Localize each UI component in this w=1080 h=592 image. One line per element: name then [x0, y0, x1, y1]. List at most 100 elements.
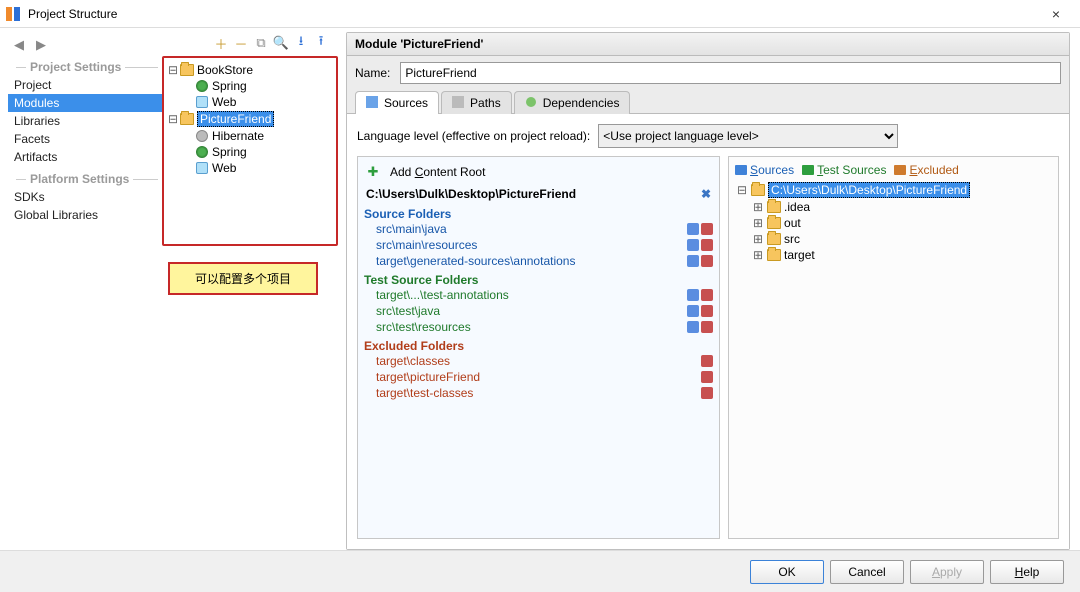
folder-path[interactable]: target\generated-sources\annotations [362, 253, 715, 269]
folder-icon [767, 233, 781, 245]
main-content: ◀ ▶ Project Settings ProjectModulesLibrar… [0, 28, 1080, 550]
dir-tree-root[interactable]: ⊟C:\Users\Dulk\Desktop\PictureFriend [735, 181, 1054, 199]
tree-toggle-icon[interactable]: ⊞ [751, 248, 765, 262]
titlebar: Project Structure × [0, 0, 1080, 28]
remove-icon[interactable] [701, 355, 713, 367]
settings-column: ◀ ▶ Project Settings ProjectModulesLibrar… [0, 28, 162, 550]
tree-toggle-icon[interactable]: ⊟ [166, 63, 180, 77]
new-module-icon[interactable]: ＋ [212, 34, 230, 52]
properties-icon[interactable] [687, 239, 699, 251]
remove-icon[interactable] [701, 305, 713, 317]
dir-tree-item[interactable]: ⊞.idea [751, 199, 1054, 215]
tree-toggle-icon[interactable]: ⊟ [166, 112, 180, 126]
web-icon [196, 162, 208, 174]
remove-icon[interactable] [701, 321, 713, 333]
settings-item-modules[interactable]: Modules [8, 94, 162, 112]
folder-path[interactable]: src\test\java [362, 303, 715, 319]
remove-icon[interactable] [701, 223, 713, 235]
mark-sources[interactable]: Sources [735, 163, 794, 177]
folder-icon [767, 217, 781, 229]
remove-module-icon[interactable]: － [232, 34, 250, 52]
folder-path[interactable]: src\main\java [362, 221, 715, 237]
back-icon[interactable]: ◀ [10, 36, 28, 54]
add-content-root-icon: ✚ [364, 163, 382, 181]
remove-icon[interactable] [701, 289, 713, 301]
folder-path[interactable]: target\classes [362, 353, 715, 369]
modules-tree[interactable]: ⊟BookStoreSpringWeb⊟PictureFriendHiberna… [166, 62, 334, 176]
content-roots-panel: ✚ Add Content Root C:\Users\Dulk\Desktop… [357, 156, 720, 539]
find-icon[interactable]: 🔍 [272, 34, 290, 52]
cancel-button[interactable]: Cancel [830, 560, 904, 584]
folder-path[interactable]: src\test\resources [362, 319, 715, 335]
modules-tree-highlight: ⊟BookStoreSpringWeb⊟PictureFriendHiberna… [162, 56, 338, 246]
settings-item-facets[interactable]: Facets [8, 130, 162, 148]
mark-excluded[interactable]: Excluded [894, 163, 958, 177]
tree-toggle-icon[interactable]: ⊟ [735, 183, 749, 197]
tree-toggle-icon[interactable]: ⊞ [751, 232, 765, 246]
excluded-folders-title: Excluded Folders [362, 335, 715, 353]
tab-icon [366, 96, 380, 110]
settings-item-sdks[interactable]: SDKs [8, 188, 162, 206]
copy-icon[interactable]: ⧉ [252, 34, 270, 52]
spring-icon [196, 146, 208, 158]
folder-icon [767, 201, 781, 213]
remove-icon[interactable] [701, 255, 713, 267]
forward-icon[interactable]: ▶ [32, 36, 50, 54]
tree-toggle-icon[interactable]: ⊞ [751, 216, 765, 230]
module-facet[interactable]: Web [182, 94, 334, 110]
left-toolbar: ◀ ▶ [8, 36, 162, 54]
source-folders-title: Source Folders [362, 203, 715, 221]
content-root-path[interactable]: C:\Users\Dulk\Desktop\PictureFriend ✖ [362, 185, 715, 203]
properties-icon[interactable] [687, 305, 699, 317]
window-title: Project Structure [28, 7, 1036, 21]
dir-tree-item[interactable]: ⊞src [751, 231, 1054, 247]
folder-path[interactable]: src\main\resources [362, 237, 715, 253]
module-panel: Module 'PictureFriend' Name: SourcesPath… [346, 32, 1070, 550]
tree-toggle-icon[interactable]: ⊞ [751, 200, 765, 214]
folder-path[interactable]: target\...\test-annotations [362, 287, 715, 303]
tab-paths[interactable]: Paths [441, 91, 512, 114]
language-level-select[interactable]: <Use project language level> [598, 124, 898, 148]
module-node[interactable]: ⊟BookStore [166, 62, 334, 78]
help-button[interactable]: Help [990, 560, 1064, 584]
folder-path[interactable]: target\test-classes [362, 385, 715, 401]
mark-test-sources[interactable]: Test Sources [802, 163, 886, 177]
module-name-input[interactable] [400, 62, 1061, 84]
dir-tree-item[interactable]: ⊞out [751, 215, 1054, 231]
source-panels: ✚ Add Content Root C:\Users\Dulk\Desktop… [357, 156, 1059, 539]
dir-tree-item[interactable]: ⊞target [751, 247, 1054, 263]
ok-button[interactable]: OK [750, 560, 824, 584]
settings-item-artifacts[interactable]: Artifacts [8, 148, 162, 166]
settings-group-header: Project Settings [12, 60, 162, 74]
collapse-all-icon[interactable]: ⭱ [312, 34, 330, 52]
directory-tree[interactable]: ⊟C:\Users\Dulk\Desktop\PictureFriend⊞.id… [733, 181, 1054, 263]
settings-group-header: Platform Settings [12, 172, 162, 186]
folder-icon [767, 249, 781, 261]
module-facet[interactable]: Hibernate [182, 128, 334, 144]
remove-icon[interactable] [701, 371, 713, 383]
expand-all-icon[interactable]: ⭳ [292, 34, 310, 52]
spring-icon [196, 80, 208, 92]
properties-icon[interactable] [687, 223, 699, 235]
properties-icon[interactable] [687, 289, 699, 301]
language-level-label: Language level (effective on project rel… [357, 129, 590, 143]
remove-icon[interactable] [701, 387, 713, 399]
test-folders-title: Test Source Folders [362, 269, 715, 287]
folder-path[interactable]: target\pictureFriend [362, 369, 715, 385]
remove-content-root-icon[interactable]: ✖ [701, 187, 711, 201]
module-facet[interactable]: Spring [182, 78, 334, 94]
module-node[interactable]: ⊟PictureFriend [166, 110, 334, 128]
remove-icon[interactable] [701, 239, 713, 251]
module-facet[interactable]: Spring [182, 144, 334, 160]
add-content-root-row[interactable]: ✚ Add Content Root [362, 161, 715, 185]
settings-item-project[interactable]: Project [8, 76, 162, 94]
settings-item-libraries[interactable]: Libraries [8, 112, 162, 130]
sources-tab-body: Language level (effective on project rel… [347, 114, 1069, 549]
properties-icon[interactable] [687, 321, 699, 333]
module-facet[interactable]: Web [182, 160, 334, 176]
properties-icon[interactable] [687, 255, 699, 267]
tab-sources[interactable]: Sources [355, 91, 439, 114]
settings-item-global-libraries[interactable]: Global Libraries [8, 206, 162, 224]
close-button[interactable]: × [1036, 6, 1076, 22]
tab-dependencies[interactable]: Dependencies [514, 91, 631, 114]
